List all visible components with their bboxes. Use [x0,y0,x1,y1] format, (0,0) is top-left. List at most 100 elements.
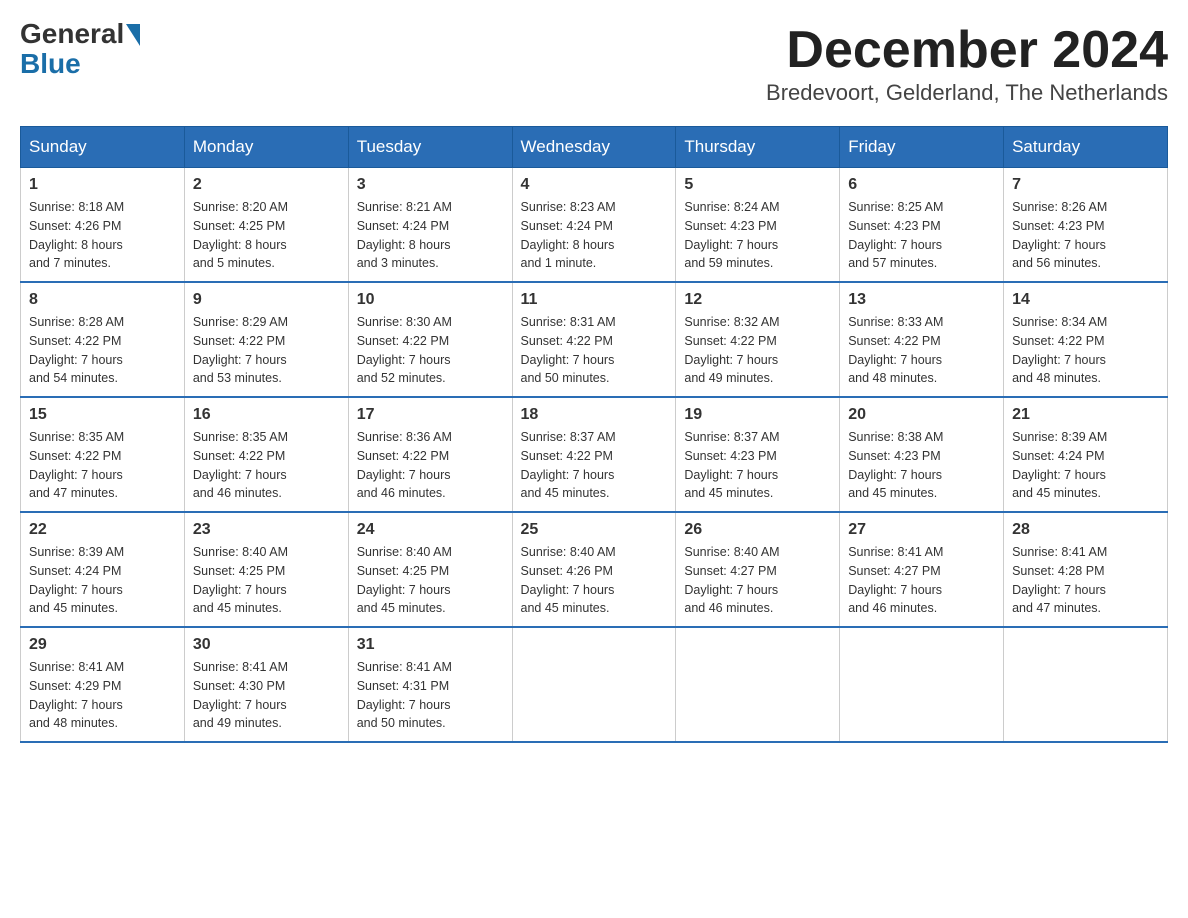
day-number: 3 [357,176,504,194]
calendar-cell: 12 Sunrise: 8:32 AMSunset: 4:22 PMDaylig… [676,282,840,397]
day-info: Sunrise: 8:37 AMSunset: 4:23 PMDaylight:… [684,430,779,500]
calendar-cell: 19 Sunrise: 8:37 AMSunset: 4:23 PMDaylig… [676,397,840,512]
calendar-cell: 27 Sunrise: 8:41 AMSunset: 4:27 PMDaylig… [840,512,1004,627]
calendar-header-sunday: Sunday [21,127,185,168]
calendar-cell: 2 Sunrise: 8:20 AMSunset: 4:25 PMDayligh… [184,168,348,283]
title-block: December 2024 Bredevoort, Gelderland, Th… [766,20,1168,106]
calendar-header-row: SundayMondayTuesdayWednesdayThursdayFrid… [21,127,1168,168]
calendar-header-friday: Friday [840,127,1004,168]
day-number: 5 [684,176,831,194]
day-number: 12 [684,291,831,309]
day-number: 7 [1012,176,1159,194]
calendar-cell: 15 Sunrise: 8:35 AMSunset: 4:22 PMDaylig… [21,397,185,512]
day-number: 19 [684,406,831,424]
calendar-week-row: 15 Sunrise: 8:35 AMSunset: 4:22 PMDaylig… [21,397,1168,512]
day-info: Sunrise: 8:41 AMSunset: 4:29 PMDaylight:… [29,660,124,730]
calendar-cell: 21 Sunrise: 8:39 AMSunset: 4:24 PMDaylig… [1004,397,1168,512]
day-number: 2 [193,176,340,194]
calendar-cell: 17 Sunrise: 8:36 AMSunset: 4:22 PMDaylig… [348,397,512,512]
calendar-cell: 29 Sunrise: 8:41 AMSunset: 4:29 PMDaylig… [21,627,185,742]
day-number: 31 [357,636,504,654]
calendar-cell: 5 Sunrise: 8:24 AMSunset: 4:23 PMDayligh… [676,168,840,283]
day-number: 16 [193,406,340,424]
calendar-cell: 10 Sunrise: 8:30 AMSunset: 4:22 PMDaylig… [348,282,512,397]
calendar-cell: 20 Sunrise: 8:38 AMSunset: 4:23 PMDaylig… [840,397,1004,512]
day-info: Sunrise: 8:41 AMSunset: 4:28 PMDaylight:… [1012,545,1107,615]
day-number: 17 [357,406,504,424]
calendar-week-row: 29 Sunrise: 8:41 AMSunset: 4:29 PMDaylig… [21,627,1168,742]
day-info: Sunrise: 8:24 AMSunset: 4:23 PMDaylight:… [684,200,779,270]
calendar-header-saturday: Saturday [1004,127,1168,168]
calendar-header-wednesday: Wednesday [512,127,676,168]
day-number: 9 [193,291,340,309]
day-number: 28 [1012,521,1159,539]
calendar-cell: 14 Sunrise: 8:34 AMSunset: 4:22 PMDaylig… [1004,282,1168,397]
calendar-cell [512,627,676,742]
calendar-cell: 9 Sunrise: 8:29 AMSunset: 4:22 PMDayligh… [184,282,348,397]
day-number: 18 [521,406,668,424]
day-info: Sunrise: 8:18 AMSunset: 4:26 PMDaylight:… [29,200,124,270]
day-info: Sunrise: 8:30 AMSunset: 4:22 PMDaylight:… [357,315,452,385]
calendar-cell: 4 Sunrise: 8:23 AMSunset: 4:24 PMDayligh… [512,168,676,283]
calendar-header-monday: Monday [184,127,348,168]
calendar-cell: 22 Sunrise: 8:39 AMSunset: 4:24 PMDaylig… [21,512,185,627]
day-number: 14 [1012,291,1159,309]
day-info: Sunrise: 8:36 AMSunset: 4:22 PMDaylight:… [357,430,452,500]
calendar-cell: 6 Sunrise: 8:25 AMSunset: 4:23 PMDayligh… [840,168,1004,283]
day-number: 29 [29,636,176,654]
day-number: 11 [521,291,668,309]
calendar-cell: 26 Sunrise: 8:40 AMSunset: 4:27 PMDaylig… [676,512,840,627]
page-header: General Blue December 2024 Bredevoort, G… [20,20,1168,106]
day-number: 8 [29,291,176,309]
logo: General Blue [20,20,140,80]
day-number: 27 [848,521,995,539]
day-number: 6 [848,176,995,194]
calendar-cell: 23 Sunrise: 8:40 AMSunset: 4:25 PMDaylig… [184,512,348,627]
calendar-cell [676,627,840,742]
calendar-table: SundayMondayTuesdayWednesdayThursdayFrid… [20,126,1168,743]
calendar-cell: 16 Sunrise: 8:35 AMSunset: 4:22 PMDaylig… [184,397,348,512]
calendar-week-row: 1 Sunrise: 8:18 AMSunset: 4:26 PMDayligh… [21,168,1168,283]
calendar-cell: 8 Sunrise: 8:28 AMSunset: 4:22 PMDayligh… [21,282,185,397]
day-info: Sunrise: 8:35 AMSunset: 4:22 PMDaylight:… [193,430,288,500]
day-info: Sunrise: 8:41 AMSunset: 4:31 PMDaylight:… [357,660,452,730]
day-number: 4 [521,176,668,194]
calendar-cell: 7 Sunrise: 8:26 AMSunset: 4:23 PMDayligh… [1004,168,1168,283]
day-number: 13 [848,291,995,309]
day-info: Sunrise: 8:33 AMSunset: 4:22 PMDaylight:… [848,315,943,385]
calendar-cell: 24 Sunrise: 8:40 AMSunset: 4:25 PMDaylig… [348,512,512,627]
day-info: Sunrise: 8:41 AMSunset: 4:30 PMDaylight:… [193,660,288,730]
logo-general-text: General [20,20,124,48]
day-info: Sunrise: 8:20 AMSunset: 4:25 PMDaylight:… [193,200,288,270]
day-info: Sunrise: 8:39 AMSunset: 4:24 PMDaylight:… [1012,430,1107,500]
day-number: 25 [521,521,668,539]
day-info: Sunrise: 8:40 AMSunset: 4:25 PMDaylight:… [357,545,452,615]
calendar-cell: 18 Sunrise: 8:37 AMSunset: 4:22 PMDaylig… [512,397,676,512]
day-info: Sunrise: 8:40 AMSunset: 4:26 PMDaylight:… [521,545,616,615]
day-info: Sunrise: 8:26 AMSunset: 4:23 PMDaylight:… [1012,200,1107,270]
logo-arrow-icon [126,24,140,46]
calendar-cell: 13 Sunrise: 8:33 AMSunset: 4:22 PMDaylig… [840,282,1004,397]
calendar-cell: 28 Sunrise: 8:41 AMSunset: 4:28 PMDaylig… [1004,512,1168,627]
day-info: Sunrise: 8:34 AMSunset: 4:22 PMDaylight:… [1012,315,1107,385]
day-info: Sunrise: 8:40 AMSunset: 4:25 PMDaylight:… [193,545,288,615]
day-info: Sunrise: 8:25 AMSunset: 4:23 PMDaylight:… [848,200,943,270]
day-number: 26 [684,521,831,539]
calendar-week-row: 22 Sunrise: 8:39 AMSunset: 4:24 PMDaylig… [21,512,1168,627]
day-info: Sunrise: 8:23 AMSunset: 4:24 PMDaylight:… [521,200,616,270]
day-info: Sunrise: 8:40 AMSunset: 4:27 PMDaylight:… [684,545,779,615]
day-info: Sunrise: 8:35 AMSunset: 4:22 PMDaylight:… [29,430,124,500]
calendar-cell: 11 Sunrise: 8:31 AMSunset: 4:22 PMDaylig… [512,282,676,397]
calendar-header-tuesday: Tuesday [348,127,512,168]
calendar-cell [840,627,1004,742]
day-info: Sunrise: 8:32 AMSunset: 4:22 PMDaylight:… [684,315,779,385]
day-info: Sunrise: 8:29 AMSunset: 4:22 PMDaylight:… [193,315,288,385]
calendar-cell: 30 Sunrise: 8:41 AMSunset: 4:30 PMDaylig… [184,627,348,742]
logo-blue-text: Blue [20,48,81,80]
day-info: Sunrise: 8:31 AMSunset: 4:22 PMDaylight:… [521,315,616,385]
calendar-cell: 31 Sunrise: 8:41 AMSunset: 4:31 PMDaylig… [348,627,512,742]
page-title: December 2024 [766,20,1168,80]
calendar-cell [1004,627,1168,742]
page-subtitle: Bredevoort, Gelderland, The Netherlands [766,80,1168,106]
calendar-cell: 1 Sunrise: 8:18 AMSunset: 4:26 PMDayligh… [21,168,185,283]
